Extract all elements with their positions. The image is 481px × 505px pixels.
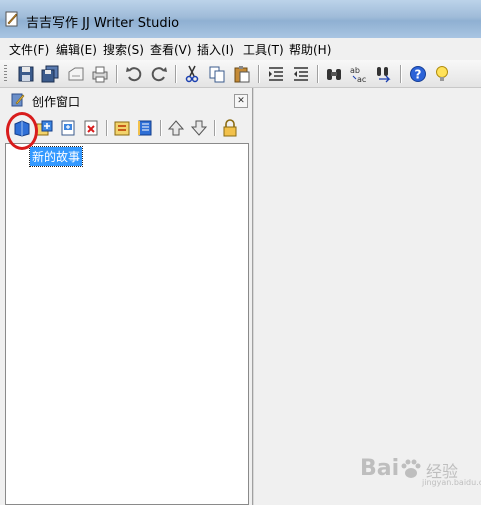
paste-button[interactable] <box>232 64 252 84</box>
find-button[interactable] <box>324 64 344 84</box>
svg-text:ac: ac <box>357 75 366 84</box>
close-icon: ✕ <box>237 96 245 106</box>
properties-button[interactable] <box>112 118 132 138</box>
save-all-icon <box>41 65 59 83</box>
toolbar-separator <box>116 65 117 83</box>
svg-text:?: ? <box>415 68 422 82</box>
copy-icon <box>209 66 225 83</box>
title-bar: 吉吉写作 JJ Writer Studio <box>0 0 481 38</box>
notes-button[interactable] <box>135 118 155 138</box>
panel-toolbar-separator <box>160 120 161 136</box>
panel-close-button[interactable]: ✕ <box>234 94 248 108</box>
replace-button[interactable]: ab ac <box>349 64 369 84</box>
new-book-icon <box>14 120 30 137</box>
lock-button[interactable] <box>220 118 240 138</box>
find-next-button[interactable] <box>374 64 394 84</box>
binoculars-icon <box>327 69 341 80</box>
redo-button[interactable] <box>149 64 169 84</box>
undo-icon <box>126 67 142 82</box>
panel-title: 创作窗口 <box>32 95 81 109</box>
arrow-down-icon <box>190 120 208 136</box>
svg-text:ab: ab <box>350 66 360 75</box>
print-button[interactable] <box>90 64 110 84</box>
find-next-icon <box>377 67 391 83</box>
properties-icon <box>114 121 130 136</box>
menu-file[interactable]: 文件(F) <box>9 41 49 58</box>
panel-icon <box>11 93 25 107</box>
new-story-button[interactable] <box>12 118 32 138</box>
panel-toolbar <box>0 114 252 142</box>
window-title: 吉吉写作 JJ Writer Studio <box>26 16 180 31</box>
indent-icon <box>269 67 283 81</box>
arrow-up-icon <box>167 120 185 136</box>
cut-button[interactable] <box>182 64 202 84</box>
redo-icon <box>151 67 167 82</box>
save-button[interactable] <box>16 64 36 84</box>
help-icon: ? <box>410 66 426 82</box>
add-chapter-icon <box>36 120 53 136</box>
app-icon <box>5 11 18 27</box>
menu-tools[interactable]: 工具(T) <box>243 41 284 58</box>
replace-icon: ab ac <box>350 66 366 84</box>
notebook-icon <box>138 120 152 136</box>
watermark-brand: Bai <box>360 456 400 481</box>
tip-button[interactable] <box>432 64 452 84</box>
add-section-button[interactable] <box>58 118 78 138</box>
indent-button[interactable] <box>266 64 286 84</box>
tree-item-new-story[interactable]: 新的故事 <box>28 146 84 167</box>
undo-button[interactable] <box>124 64 144 84</box>
outdent-icon <box>294 67 308 81</box>
toolbar-separator <box>258 65 259 83</box>
delete-button[interactable] <box>81 118 101 138</box>
close-file-button[interactable] <box>66 64 86 84</box>
toolbar-separator <box>400 65 401 83</box>
story-tree[interactable]: 新的故事 <box>5 143 249 505</box>
help-button[interactable]: ? <box>408 64 428 84</box>
menu-insert[interactable]: 插入(I) <box>197 41 234 58</box>
watermark-url: jingyan.baidu.com <box>422 478 481 487</box>
toolbar-separator <box>175 65 176 83</box>
save-icon <box>18 66 34 82</box>
editor-area[interactable] <box>253 88 481 505</box>
menu-search[interactable]: 搜索(S) <box>103 41 144 58</box>
main-toolbar: ab ac ? <box>0 60 481 88</box>
panel-toolbar-separator <box>214 120 215 136</box>
panel-toolbar-separator <box>106 120 107 136</box>
delete-icon <box>84 120 98 136</box>
menu-view[interactable]: 查看(V) <box>150 41 192 58</box>
baidu-watermark: Bai 经验 jingyan.baidu.com <box>360 452 481 492</box>
scissors-icon <box>185 65 199 83</box>
print-icon <box>92 66 108 83</box>
panel-header: 创作窗口 ✕ <box>0 88 252 114</box>
paw-icon <box>401 459 421 478</box>
menu-help[interactable]: 帮助(H) <box>289 41 331 58</box>
paste-icon <box>234 66 250 83</box>
add-chapter-button[interactable] <box>35 118 55 138</box>
move-down-button[interactable] <box>189 118 209 138</box>
close-file-icon <box>68 67 84 81</box>
lightbulb-icon <box>436 66 448 81</box>
toolbar-grip[interactable] <box>4 65 7 83</box>
toolbar-separator <box>317 65 318 83</box>
menu-bar: 文件(F) 编辑(E) 搜索(S) 查看(V) 插入(I) 工具(T) 帮助(H… <box>0 38 481 60</box>
add-section-icon <box>61 120 75 136</box>
copy-button[interactable] <box>207 64 227 84</box>
save-all-button[interactable] <box>40 64 60 84</box>
menu-edit[interactable]: 编辑(E) <box>56 41 97 58</box>
lock-icon <box>223 119 237 137</box>
outdent-button[interactable] <box>291 64 311 84</box>
writing-panel: 创作窗口 ✕ 新的故事 <box>0 88 253 505</box>
move-up-button[interactable] <box>166 118 186 138</box>
